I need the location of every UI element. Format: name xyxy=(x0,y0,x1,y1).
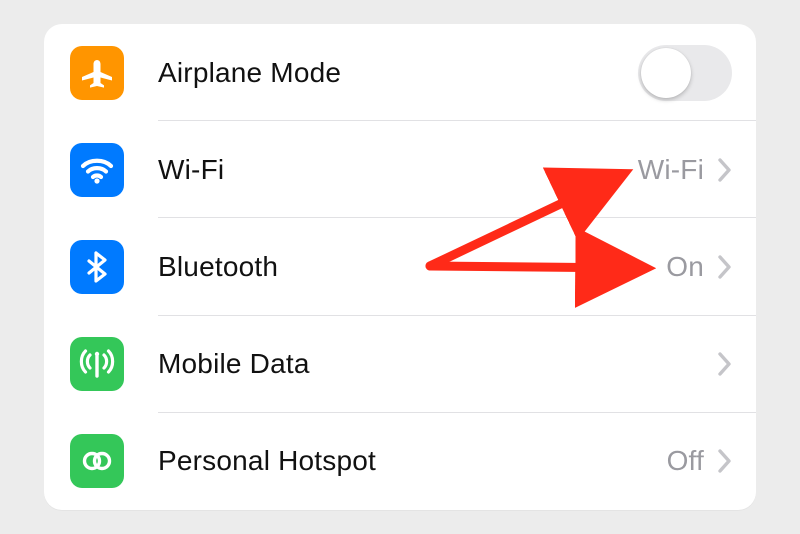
settings-row-label: Mobile Data xyxy=(158,348,704,380)
chevron-right-icon xyxy=(718,158,732,182)
settings-row-label: Personal Hotspot xyxy=(158,445,667,477)
personal-hotspot-icon xyxy=(70,434,124,488)
mobile-data-icon xyxy=(70,337,124,391)
settings-row-label: Airplane Mode xyxy=(158,57,638,89)
airplane-mode-toggle[interactable] xyxy=(638,45,732,101)
settings-row-value: Off xyxy=(667,445,704,477)
bluetooth-icon xyxy=(70,240,124,294)
chevron-right-icon xyxy=(718,352,732,376)
settings-row-label: Wi-Fi xyxy=(158,154,638,186)
settings-connectivity-panel: Airplane Mode Wi-Fi Wi-Fi Bluet xyxy=(44,24,756,510)
chevron-right-icon xyxy=(718,449,732,473)
settings-row-label: Bluetooth xyxy=(158,251,666,283)
toggle-knob xyxy=(641,48,691,98)
airplane-icon xyxy=(70,46,124,100)
settings-row-value: Wi-Fi xyxy=(638,154,704,186)
wifi-icon xyxy=(70,143,124,197)
settings-row-mobile-data[interactable]: Mobile Data xyxy=(44,316,756,413)
settings-row-personal-hotspot[interactable]: Personal Hotspot Off xyxy=(44,413,756,510)
chevron-right-icon xyxy=(718,255,732,279)
settings-row-wifi[interactable]: Wi-Fi Wi-Fi xyxy=(44,121,756,218)
settings-row-value: On xyxy=(666,251,704,283)
settings-row-bluetooth[interactable]: Bluetooth On xyxy=(44,218,756,315)
settings-row-airplane-mode[interactable]: Airplane Mode xyxy=(44,24,756,121)
